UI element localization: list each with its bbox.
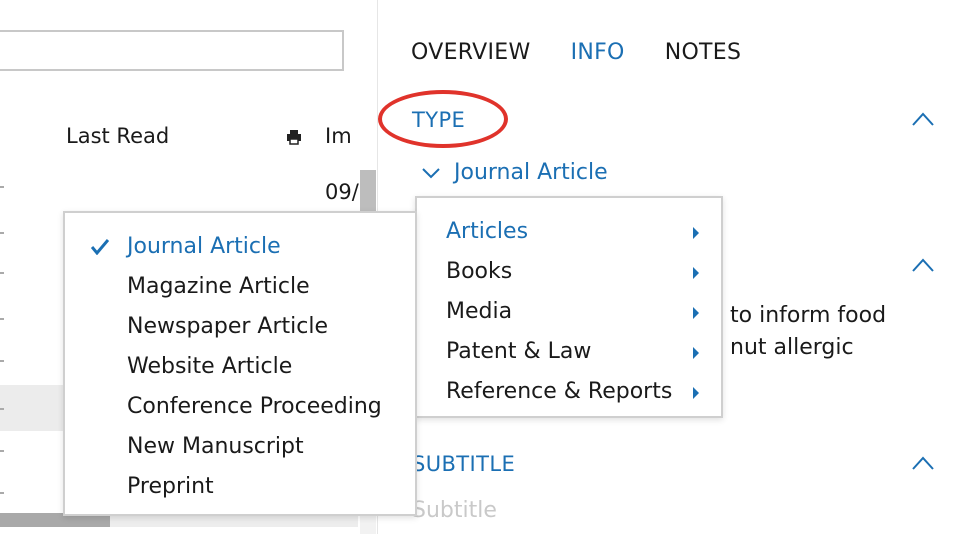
tab-info[interactable]: INFO (571, 40, 625, 65)
detail-tabs: OVERVIEW INFO NOTES (411, 40, 741, 65)
row-tick (0, 360, 4, 362)
abstract-line: to inform food (730, 303, 887, 328)
type-dropdown[interactable]: Journal Article (422, 160, 608, 185)
menu-item-label: Journal Article (127, 234, 281, 259)
menu-item-articles[interactable]: Articles (417, 212, 721, 252)
subtitle-input[interactable]: Subtitle (412, 498, 497, 523)
row-tick (0, 450, 4, 452)
menu-item-magazine-article[interactable]: Magazine Article (65, 267, 415, 307)
column-header-imported[interactable]: Im (325, 124, 352, 148)
print-icon (287, 130, 301, 145)
tab-notes[interactable]: NOTES (665, 40, 742, 65)
menu-item-journal-article[interactable]: Journal Article (65, 227, 415, 267)
chevron-up-icon[interactable] (912, 258, 934, 272)
category-menu: Articles Books Media Patent & Law Refere… (415, 196, 723, 418)
submenu-arrow-icon (693, 387, 699, 399)
submenu-arrow-icon (693, 267, 699, 279)
check-icon (91, 239, 109, 255)
chevron-up-icon[interactable] (912, 112, 934, 126)
menu-item-label: Media (446, 299, 513, 324)
submenu-arrow-icon (693, 347, 699, 359)
menu-item-label: Newspaper Article (127, 314, 329, 339)
menu-item-media[interactable]: Media (417, 292, 721, 332)
row-tick (0, 232, 4, 234)
type-value-label: Journal Article (454, 160, 608, 185)
menu-item-label: New Manuscript (127, 434, 304, 459)
row-tick (0, 408, 4, 410)
chevron-down-icon (422, 167, 440, 178)
menu-item-label: Conference Proceeding (127, 394, 382, 419)
type-submenu: Journal Article Magazine Article Newspap… (63, 211, 417, 516)
menu-item-label: Reference & Reports (446, 379, 673, 404)
menu-item-website-article[interactable]: Website Article (65, 347, 415, 387)
row-tick (0, 272, 4, 274)
menu-item-label: Magazine Article (127, 274, 310, 299)
menu-item-label: Patent & Law (446, 339, 592, 364)
row-tick (0, 186, 4, 188)
menu-item-label: Books (446, 259, 513, 284)
menu-item-patent-law[interactable]: Patent & Law (417, 332, 721, 372)
abstract-line: nut allergic (730, 335, 854, 360)
menu-item-label: Articles (446, 219, 529, 244)
column-header-last-read[interactable]: Last Read (66, 124, 169, 148)
menu-item-books[interactable]: Books (417, 252, 721, 292)
tab-overview[interactable]: OVERVIEW (411, 40, 531, 65)
submenu-arrow-icon (693, 307, 699, 319)
abstract-text: to inform food nut allergic (730, 300, 886, 364)
menu-item-preprint[interactable]: Preprint (65, 467, 415, 507)
menu-item-newspaper-article[interactable]: Newspaper Article (65, 307, 415, 347)
menu-item-new-manuscript[interactable]: New Manuscript (65, 427, 415, 467)
type-highlight-circle (378, 90, 508, 148)
subtitle-section-heading[interactable]: SUBTITLE (412, 452, 515, 476)
search-input[interactable] (0, 30, 344, 71)
menu-item-reference-reports[interactable]: Reference & Reports (417, 372, 721, 412)
menu-item-conference-proceeding[interactable]: Conference Proceeding (65, 387, 415, 427)
chevron-up-icon[interactable] (912, 456, 934, 470)
row-tick (0, 492, 4, 494)
submenu-arrow-icon (693, 227, 699, 239)
row-tick (0, 318, 4, 320)
menu-item-label: Website Article (127, 354, 293, 379)
row-date: 09/ (325, 180, 359, 204)
menu-item-label: Preprint (127, 474, 214, 499)
